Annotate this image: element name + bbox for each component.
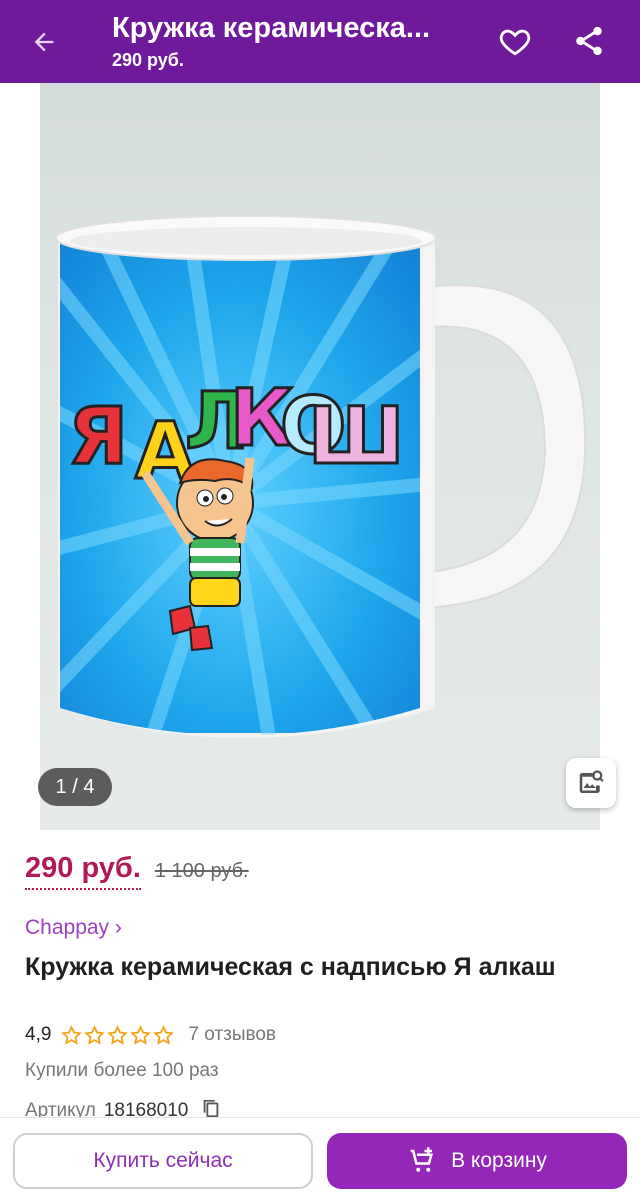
heart-outline-icon <box>499 29 531 56</box>
add-to-cart-button[interactable]: В корзину <box>327 1133 627 1189</box>
rating-value: 4,9 <box>25 1024 52 1045</box>
bottom-action-bar: Купить сейчас В корзину <box>0 1117 640 1201</box>
top-app-bar: Кружка керамическа... 290 руб. <box>0 0 640 83</box>
svg-text:Ш: Ш <box>308 392 404 482</box>
image-search-button[interactable] <box>566 758 616 808</box>
brand-link[interactable]: Chappay › <box>25 916 122 940</box>
share-icon <box>576 26 602 56</box>
mug-photo: Я А Л К О Ш <box>55 215 587 738</box>
image-search-icon <box>579 770 604 793</box>
favorite-button[interactable] <box>492 18 538 64</box>
star-icon <box>153 1024 175 1045</box>
rating-stars <box>61 1024 175 1046</box>
old-price: 1 100 руб. <box>154 860 249 882</box>
cart-plus-icon <box>410 1147 434 1172</box>
product-title: Кружка керамическая с надписью Я алкаш <box>25 953 556 981</box>
reviews-count[interactable]: 7 отзывов <box>188 1024 276 1046</box>
current-price[interactable]: 290 руб. <box>25 852 141 890</box>
page-subtitle-price: 290 руб. <box>112 50 184 70</box>
product-image-gallery[interactable]: Я А Л К О Ш <box>40 83 600 830</box>
title-block: Кружка керамическа... 290 руб. <box>112 10 472 72</box>
star-icon <box>130 1024 152 1045</box>
price-row: 290 руб. 1 100 руб. <box>25 852 249 890</box>
star-icon <box>61 1024 83 1045</box>
arrow-left-icon <box>34 32 54 52</box>
star-icon <box>107 1024 129 1045</box>
rating-row[interactable]: 4,9 7 отзывов <box>25 1024 276 1046</box>
back-button[interactable] <box>22 20 66 64</box>
buy-now-button[interactable]: Купить сейчас <box>13 1133 313 1189</box>
star-icon <box>84 1024 106 1045</box>
gallery-pager: 1 / 4 <box>38 768 112 806</box>
bought-count: Купили более 100 раз <box>25 1060 219 1081</box>
add-to-cart-label: В корзину <box>451 1149 547 1172</box>
page-title: Кружка керамическа... <box>112 12 431 44</box>
svg-text:Я: Я <box>68 392 128 482</box>
share-button[interactable] <box>566 18 612 64</box>
